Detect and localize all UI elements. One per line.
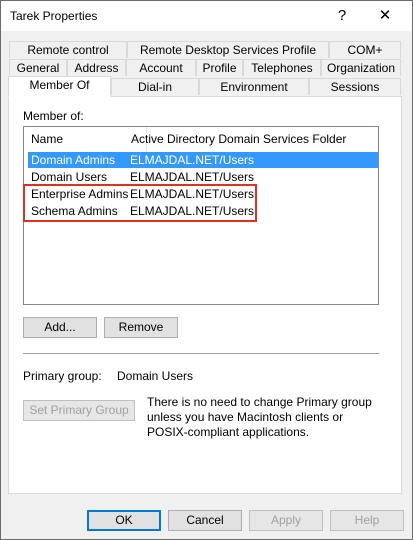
group-name: Domain Admins [31, 153, 116, 167]
window-title: Tarek Properties [10, 9, 98, 23]
tab-sessions[interactable]: Sessions [309, 78, 401, 95]
group-folder: ELMAJDAL.NET/Users [130, 153, 255, 167]
tab-address[interactable]: Address [67, 59, 126, 76]
group-folder: ELMAJDAL.NET/Users [130, 170, 255, 184]
list-item[interactable]: Domain Users ELMAJDAL.NET/Users [28, 169, 378, 185]
primary-group-note: There is no need to change Primary group… [147, 395, 372, 439]
help-button[interactable]: Help [330, 510, 404, 531]
cancel-button[interactable]: Cancel [168, 510, 242, 531]
tab-profile[interactable]: Profile [196, 59, 243, 76]
title-bar: Tarek Properties ? ✕ [1, 1, 412, 31]
apply-button[interactable]: Apply [249, 510, 323, 531]
set-primary-group-button[interactable]: Set Primary Group [23, 400, 135, 421]
tab-remote-desktop-services-profile[interactable]: Remote Desktop Services Profile [127, 41, 329, 58]
primary-group-value: Domain Users [117, 369, 194, 383]
tab-environment[interactable]: Environment [199, 78, 309, 95]
add-button[interactable]: Add... [23, 317, 97, 338]
tab-remote-control[interactable]: Remote control [9, 41, 127, 58]
separator [23, 353, 379, 354]
member-of-label: Member of: [23, 109, 84, 123]
tab-dial-in[interactable]: Dial-in [111, 78, 199, 95]
ok-button[interactable]: OK [87, 510, 161, 531]
tab-member-of[interactable]: Member Of [8, 76, 111, 97]
help-icon[interactable]: ? [331, 6, 353, 26]
highlight-box [23, 184, 257, 222]
tab-telephones[interactable]: Telephones [243, 59, 321, 76]
tab-account[interactable]: Account [126, 59, 196, 76]
column-header-name[interactable]: Name [31, 132, 63, 146]
remove-button[interactable]: Remove [104, 317, 178, 338]
group-name: Domain Users [31, 170, 108, 184]
tab-organization[interactable]: Organization [321, 59, 401, 76]
list-item[interactable]: Domain Admins ELMAJDAL.NET/Users [28, 152, 378, 168]
primary-group-label: Primary group: [23, 369, 102, 383]
column-header-folder[interactable]: Active Directory Domain Services Folder [131, 132, 346, 146]
tab-com-plus[interactable]: COM+ [329, 41, 401, 58]
tab-general[interactable]: General [9, 59, 67, 76]
close-icon[interactable]: ✕ [374, 6, 396, 26]
list-header: Name Active Directory Domain Services Fo… [24, 127, 378, 151]
properties-dialog: Tarek Properties ? ✕ Remote control Remo… [0, 0, 413, 540]
